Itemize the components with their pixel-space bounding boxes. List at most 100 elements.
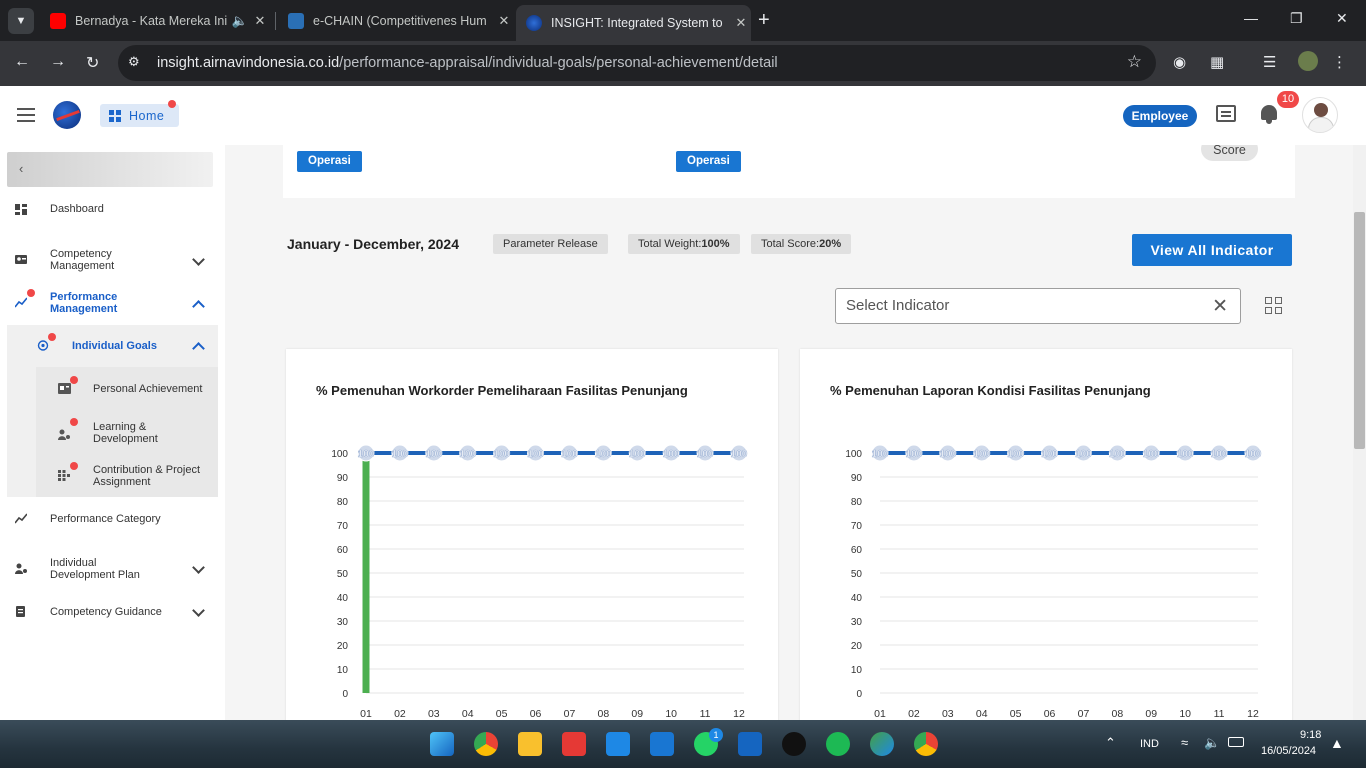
y-tick-label: 100 bbox=[331, 449, 348, 460]
file-explorer-icon[interactable] bbox=[518, 732, 542, 756]
extensions-icon[interactable]: ▦ bbox=[1210, 53, 1224, 71]
sidebar-item-personal-achievement[interactable]: Personal Achievement bbox=[0, 376, 225, 397]
site-settings-icon[interactable]: ⚙ bbox=[128, 54, 140, 70]
sidebar-item-performance-management[interactable]: Performance Management bbox=[0, 289, 225, 317]
tab-search-button[interactable]: ▼ bbox=[8, 8, 34, 34]
grid-view-icon[interactable] bbox=[1265, 297, 1282, 314]
home-button[interactable]: Home bbox=[100, 100, 179, 127]
new-tab-icon[interactable]: + bbox=[758, 9, 770, 32]
y-tick-label: 0 bbox=[342, 689, 348, 700]
x-tick-label: 08 bbox=[1112, 708, 1124, 720]
user-avatar[interactable] bbox=[1302, 97, 1338, 133]
volume-icon[interactable]: 🔈 bbox=[1204, 735, 1220, 751]
sidebar-collapse-button[interactable]: ‹ bbox=[7, 152, 213, 187]
chat-icon[interactable] bbox=[1216, 105, 1236, 122]
close-tab-icon[interactable]: ✕ bbox=[731, 15, 751, 31]
x-tick-label: 02 bbox=[908, 708, 920, 720]
browser-tab-bar: ▼ Bernadya - Kata Mereka Ini 🔈 ✕ e-CHAIN… bbox=[0, 0, 1366, 41]
id-card-icon bbox=[15, 255, 27, 264]
bell-icon[interactable] bbox=[1259, 103, 1279, 125]
data-label: 100 bbox=[1177, 449, 1194, 460]
chrome-icon[interactable] bbox=[474, 732, 498, 756]
battery-icon[interactable] bbox=[1228, 737, 1244, 747]
translate-icon[interactable]: ◉ bbox=[1173, 53, 1186, 71]
speaker-icon[interactable]: 🔈 bbox=[230, 13, 250, 29]
media-control-icon[interactable]: ☰ bbox=[1263, 53, 1276, 71]
sidebar-item-contribution-project[interactable]: Contribution & Project Assignment bbox=[0, 462, 225, 490]
data-label: 100 bbox=[1041, 449, 1058, 460]
airnav-logo[interactable] bbox=[53, 101, 81, 129]
app-header: Home Employee bbox=[0, 86, 1366, 145]
badge-card-icon bbox=[58, 383, 71, 394]
minimize-icon[interactable]: — bbox=[1244, 10, 1258, 26]
clear-icon[interactable]: ✕ bbox=[1212, 295, 1228, 318]
close-window-icon[interactable]: ✕ bbox=[1336, 10, 1348, 27]
sidebar-item-dashboard[interactable]: Dashboard bbox=[0, 203, 225, 219]
close-tab-icon[interactable]: ✕ bbox=[494, 13, 514, 29]
sidebar-item-label: Dashboard bbox=[50, 203, 104, 215]
chevron-up-icon[interactable]: ⌃ bbox=[1105, 735, 1116, 751]
windows-start-icon[interactable] bbox=[430, 732, 454, 756]
home-label: Home bbox=[129, 108, 165, 123]
chevron-left-icon: ‹ bbox=[19, 161, 24, 176]
tab-youtube[interactable]: Bernadya - Kata Mereka Ini 🔈 ✕ bbox=[40, 6, 270, 36]
sidebar-item-performance-category[interactable]: Performance Category bbox=[0, 513, 225, 527]
sidebar-item-learning-development[interactable]: Learning & Development bbox=[0, 418, 225, 447]
chrome-profile-icon[interactable] bbox=[914, 732, 938, 756]
language-indicator[interactable]: IND bbox=[1140, 738, 1159, 750]
browser-profile-avatar[interactable] bbox=[1298, 51, 1318, 71]
x-tick-label: 06 bbox=[530, 708, 542, 720]
maximize-icon[interactable]: ❐ bbox=[1290, 10, 1303, 27]
unit-chip: Operasi bbox=[297, 151, 362, 172]
wifi-icon[interactable]: ≈ bbox=[1181, 735, 1188, 750]
y-tick-label: 20 bbox=[337, 641, 349, 652]
forward-icon[interactable]: → bbox=[50, 53, 66, 71]
youtube-icon bbox=[50, 13, 66, 29]
sidebar-item-label: Competency Guidance bbox=[50, 606, 162, 618]
y-tick-label: 70 bbox=[851, 521, 863, 532]
clock-date[interactable]: 16/05/2024 bbox=[1261, 745, 1316, 757]
dropbox-icon[interactable] bbox=[606, 732, 630, 756]
indicator-chart-card[interactable]: % Pemenuhan Laporan Kondisi Fasilitas Pe… bbox=[800, 349, 1292, 720]
wps-office-icon[interactable] bbox=[562, 732, 586, 756]
chart-workorder: 0 10 20 30 40 50 60 70 80 90 100 01 02 03 04 05 06 07 08 09… bbox=[331, 444, 748, 720]
clock-time[interactable]: 9:18 bbox=[1300, 729, 1321, 741]
scrollbar-thumb[interactable] bbox=[1354, 212, 1365, 449]
address-bar[interactable]: ⚙ insight.airnavindonesia.co.id/performa… bbox=[118, 45, 1156, 81]
y-tick-label: 40 bbox=[851, 593, 863, 604]
tab-title: e-CHAIN (Competitivenes Hum bbox=[313, 14, 487, 28]
sidebar-item-individual-development-plan[interactable]: Individual Development Plan bbox=[0, 557, 225, 583]
sidebar-item-individual-goals[interactable]: Individual Goals bbox=[0, 333, 225, 355]
view-all-indicator-button[interactable]: View All Indicator bbox=[1132, 234, 1292, 266]
page-scrollbar[interactable] bbox=[1353, 145, 1366, 720]
notification-bell-icon[interactable]: ▲ bbox=[1330, 735, 1344, 751]
data-label: 100 bbox=[663, 449, 680, 460]
select-indicator-input[interactable] bbox=[846, 297, 1186, 314]
indicator-chart-card[interactable]: % Pemenuhan Workorder Pemeliharaan Fasil… bbox=[286, 349, 778, 720]
edge-icon[interactable] bbox=[870, 732, 894, 756]
bookmark-star-icon[interactable]: ☆ bbox=[1127, 52, 1142, 72]
data-label: 100 bbox=[939, 449, 956, 460]
select-indicator-field[interactable]: ✕ bbox=[835, 288, 1241, 324]
trending-up-icon bbox=[15, 297, 27, 308]
tab-echain[interactable]: e-CHAIN (Competitivenes Hum ✕ bbox=[278, 6, 514, 36]
mail-icon[interactable] bbox=[650, 732, 674, 756]
myhp-icon[interactable] bbox=[738, 732, 762, 756]
sidebar-item-competency-guidance[interactable]: Competency Guidance bbox=[0, 604, 225, 620]
hamburger-menu-icon[interactable] bbox=[17, 108, 35, 126]
target-icon bbox=[37, 340, 49, 351]
tab-insight[interactable]: INSIGHT: Integrated System to ✕ bbox=[516, 5, 751, 41]
spotify-icon[interactable] bbox=[826, 732, 850, 756]
x-tick-label: 07 bbox=[564, 708, 576, 720]
browser-menu-icon[interactable]: ⋮ bbox=[1332, 53, 1347, 71]
sidebar-item-competency-management[interactable]: Competency Management bbox=[0, 248, 225, 274]
close-tab-icon[interactable]: ✕ bbox=[250, 13, 270, 29]
reload-icon[interactable]: ↻ bbox=[86, 53, 99, 73]
role-badge[interactable]: Employee bbox=[1123, 105, 1197, 127]
data-label: 100 bbox=[1211, 449, 1228, 460]
y-tick-label: 80 bbox=[851, 497, 863, 508]
back-icon[interactable]: ← bbox=[14, 53, 30, 71]
tiktok-icon[interactable] bbox=[782, 732, 806, 756]
y-tick-label: 60 bbox=[337, 545, 349, 556]
chart-laporan-kondisi: 0 10 20 30 40 50 60 70 80 90 100 01 02 03 04 05 06 07 08 09… bbox=[845, 444, 1262, 720]
